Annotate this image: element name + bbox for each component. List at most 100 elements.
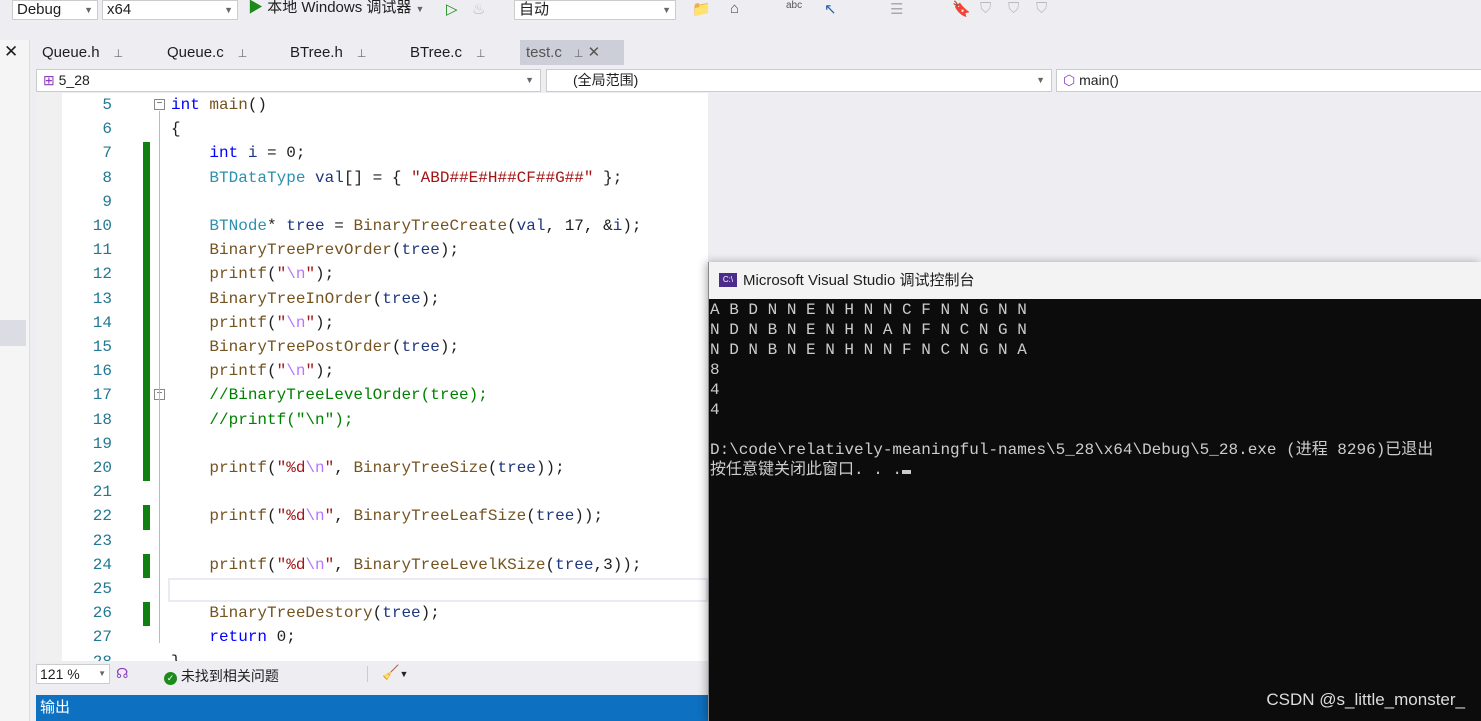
line-number: 24: [92, 555, 112, 574]
code-cleanup-icon[interactable]: 🧹▼: [382, 664, 408, 681]
tab-test-c[interactable]: test.c ⊥ ✕: [520, 40, 624, 65]
code-line[interactable]: int i = 0;: [171, 144, 305, 162]
pin-icon[interactable]: ⊥: [238, 48, 248, 60]
chevron-down-icon: ▼: [415, 4, 425, 14]
tab-label: test.c: [526, 44, 562, 61]
code-line[interactable]: BinaryTreeDestory(tree);: [171, 604, 439, 622]
console-line: 4: [710, 381, 720, 399]
tab-queue-c[interactable]: Queue.c ⊥: [161, 40, 247, 65]
close-tab-icon[interactable]: ✕: [588, 44, 601, 61]
code-line[interactable]: //BinaryTreeLevelOrder(tree);: [171, 386, 487, 404]
code-token: tree: [286, 217, 325, 235]
zoom-dropdown[interactable]: 121 % ▼: [36, 664, 110, 684]
bookmark-prev-icon[interactable]: ⛉: [980, 0, 991, 17]
line-number: 18: [92, 410, 112, 429]
code-token: (): [247, 96, 268, 114]
selected-item[interactable]: [0, 320, 26, 346]
collapse-main-icon[interactable]: −: [154, 99, 165, 110]
tab-label: BTree.h: [290, 44, 343, 61]
start-debugging-button[interactable]: ▶ 本地 Windows 调试器 ▼: [248, 0, 424, 17]
line-number: 16: [92, 362, 112, 381]
chevron-down-icon: ▼: [98, 669, 106, 678]
hot-reload-icon[interactable]: ♨: [472, 0, 485, 18]
member-dropdown[interactable]: ⬡ main(): [1056, 69, 1481, 92]
solution-config-dropdown[interactable]: 自动 ▼: [514, 0, 676, 20]
code-token: );: [439, 338, 460, 356]
tab-queue-h[interactable]: Queue.h ⊥: [36, 40, 123, 65]
code-token: int: [209, 144, 239, 163]
console-title-bar[interactable]: C:\ Microsoft Visual Studio 调试控制台: [709, 262, 1481, 299]
code-line[interactable]: printf("\n");: [171, 265, 334, 283]
code-token: "%d: [276, 555, 306, 574]
change-marker: [143, 505, 150, 530]
bookmark-next-icon[interactable]: ⛉: [1008, 0, 1019, 17]
code-token: BinaryTreeCreate: [353, 217, 508, 235]
bookmark-icon[interactable]: 🔖: [952, 0, 971, 18]
code-line[interactable]: printf("%d\n", BinaryTreeLeafSize(tree))…: [171, 507, 603, 525]
close-icon[interactable]: ✕: [4, 42, 18, 62]
issues-text: 未找到相关问题: [180, 668, 279, 684]
code-token: printf: [209, 313, 268, 332]
tab-btree-h[interactable]: BTree.h ⊥: [284, 40, 366, 65]
code-token: printf: [209, 362, 268, 381]
pin-icon[interactable]: ⊥: [114, 48, 124, 60]
debug-console-window[interactable]: C:\ Microsoft Visual Studio 调试控制台 A B D N…: [708, 262, 1481, 721]
indent-icon[interactable]: ☰: [890, 0, 903, 18]
line-number: 23: [92, 531, 112, 550]
console-line: N D N B N E N H N N F N C N G N A: [710, 341, 1027, 359]
code-line[interactable]: printf("\n");: [171, 314, 334, 332]
home-icon[interactable]: ⌂: [730, 0, 739, 17]
code-token: tree: [401, 338, 440, 356]
code-line[interactable]: return 0;: [171, 628, 295, 646]
project-dropdown[interactable]: ⊞ 5_28 ▼: [36, 69, 541, 92]
bookmark-clear-icon[interactable]: ⛉: [1036, 0, 1047, 17]
pin-icon[interactable]: ⊥: [357, 48, 367, 60]
code-token: , 17, &: [545, 217, 613, 235]
code-token: [] = {: [343, 168, 412, 187]
code-line[interactable]: BinaryTreeInOrder(tree);: [171, 289, 439, 308]
configuration-dropdown[interactable]: Debug ▼: [12, 0, 98, 20]
code-line[interactable]: BinaryTreePostOrder(tree);: [171, 338, 459, 356]
code-token: tree: [401, 241, 440, 260]
console-line: N D N B N E N H N A N F N C N G N: [710, 321, 1027, 339]
pin-icon[interactable]: ⊥: [574, 48, 584, 60]
line-number: 6: [102, 120, 112, 139]
platform-dropdown[interactable]: x64 ▼: [102, 0, 238, 20]
outline-guide: [159, 111, 160, 644]
code-line[interactable]: printf("%d\n", BinaryTreeLevelKSize(tree…: [171, 555, 641, 574]
code-token: \n: [286, 313, 306, 332]
start-without-debugging-icon[interactable]: ▷: [446, 0, 458, 18]
pointer-icon[interactable]: ↖: [824, 0, 837, 18]
find-in-files-icon[interactable]: 📁: [692, 0, 711, 18]
code-line[interactable]: //printf("\n");: [171, 411, 353, 429]
code-line[interactable]: BTDataType val[] = { "ABD##E#H##CF##G##"…: [171, 169, 622, 187]
scope-dropdown[interactable]: (全局范围) ▼: [546, 69, 1052, 92]
line-number: 11: [92, 241, 112, 260]
code-line[interactable]: {: [171, 120, 181, 138]
code-line[interactable]: BTNode* tree = BinaryTreeCreate(val, 17,…: [171, 217, 641, 235]
code-token: BinaryTreeLeafSize: [353, 507, 527, 526]
code-token: int: [171, 96, 200, 114]
code-token: BinaryTreeInOrder: [209, 289, 373, 308]
code-token: (: [267, 313, 277, 332]
code-token: ": [305, 313, 316, 332]
code-line[interactable]: BinaryTreePrevOrder(tree);: [171, 241, 459, 259]
pin-icon[interactable]: ⊥: [476, 48, 486, 60]
tab-btree-c[interactable]: BTree.c ⊥: [404, 40, 486, 65]
output-panel-header[interactable]: 输出: [36, 695, 708, 721]
change-marker: [143, 166, 150, 191]
code-line[interactable]: printf("\n");: [171, 362, 334, 380]
code-line[interactable]: }: [171, 653, 181, 661]
code-line[interactable]: int main(): [171, 96, 267, 114]
spell-check-icon[interactable]: abc: [786, 0, 802, 11]
intellicode-icon[interactable]: ☊: [116, 665, 128, 682]
issues-indicator[interactable]: ✓ 未找到相关问题: [164, 666, 279, 686]
code-token: );: [315, 313, 335, 332]
code-line[interactable]: printf("%d\n", BinaryTreeSize(tree));: [171, 459, 564, 477]
code-editor[interactable]: 5 int main() 6 {7 int i = 0; 8 BTDataType va…: [36, 93, 708, 661]
console-title: Microsoft Visual Studio 调试控制台: [743, 272, 975, 289]
